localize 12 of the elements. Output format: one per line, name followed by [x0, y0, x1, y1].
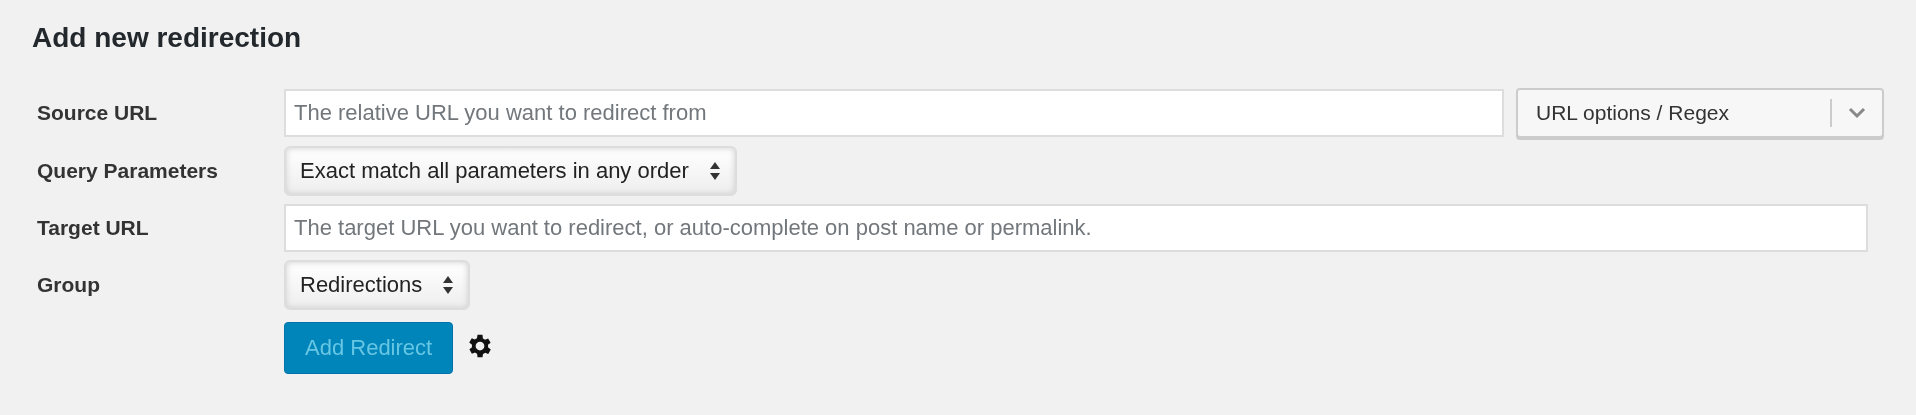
up-down-arrows-icon: [442, 275, 455, 295]
field-label: Target URL: [37, 216, 150, 240]
text-field[interactable]: The target URL you want to redirect, or auto-complete on post name or permalink.: [284, 204, 1868, 252]
up-down-arrows-icon: [708, 161, 721, 181]
text-field[interactable]: The relative URL you want to redirect from: [284, 89, 1504, 137]
section-heading: Add new redirection: [32, 22, 303, 54]
select-dropdown[interactable]: Exact match all parameters in any order: [284, 146, 737, 196]
select-dropdown[interactable]: Redirections: [284, 260, 471, 310]
url-options-dropdown[interactable]: URL options / Regex: [1516, 88, 1884, 138]
field-label: Source URL: [37, 101, 159, 125]
field-label: Query Parameters: [37, 159, 219, 183]
field-label: Group: [37, 273, 101, 297]
